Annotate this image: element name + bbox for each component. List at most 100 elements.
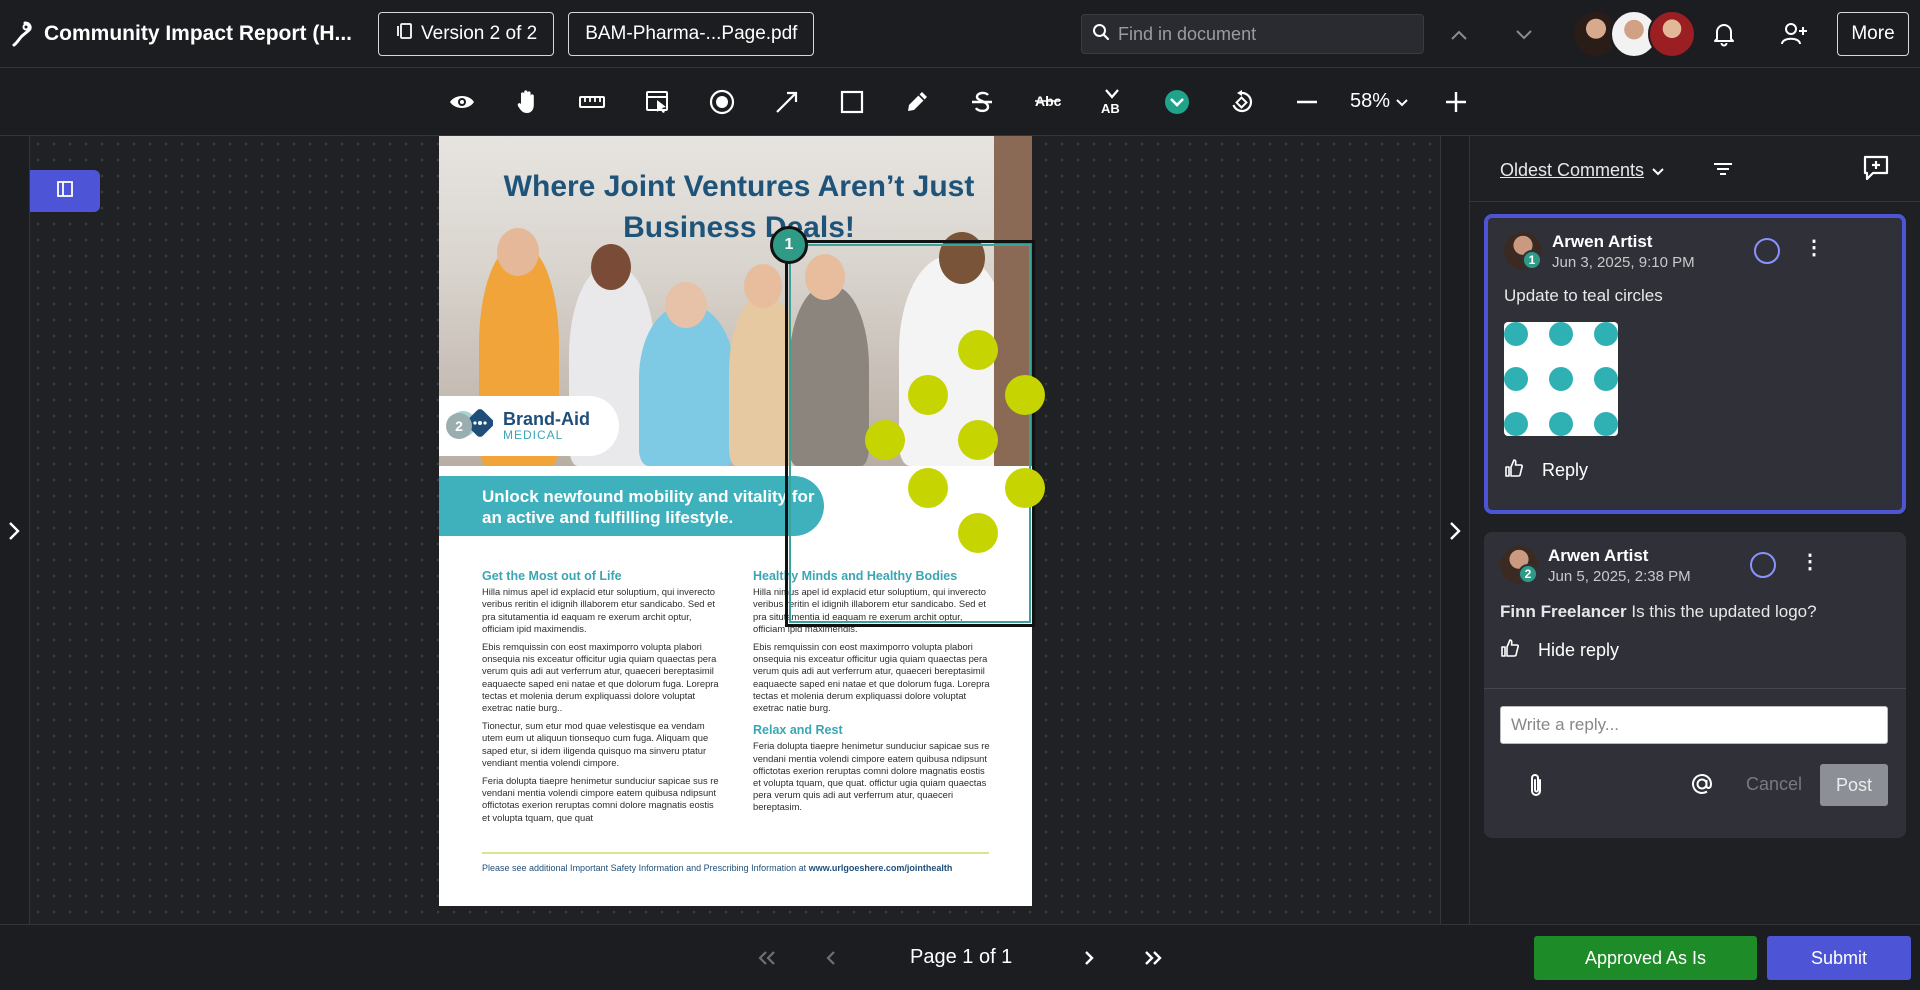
ruler-icon[interactable] bbox=[574, 84, 610, 120]
sort-dropdown[interactable]: Oldest Comments bbox=[1500, 160, 1664, 181]
thumbs-up-icon[interactable] bbox=[1500, 638, 1520, 663]
comment-attachment-image[interactable] bbox=[1504, 322, 1618, 436]
insert-text-icon[interactable]: AB bbox=[1094, 84, 1130, 120]
hide-reply-label: Hide reply bbox=[1538, 640, 1620, 660]
record-circle-icon[interactable] bbox=[704, 84, 740, 120]
page-headline: Where Joint Ventures Aren’t Just Busines… bbox=[503, 170, 975, 244]
versions-icon bbox=[395, 22, 413, 46]
eye-icon[interactable] bbox=[444, 84, 480, 120]
zoom-out-icon[interactable] bbox=[1289, 84, 1325, 120]
column-heading: Get the Most out of Life bbox=[482, 569, 622, 583]
comment-card-2[interactable]: 2 Arwen Artist Jun 5, 2025, 2:38 PM ⋮ Fi… bbox=[1484, 532, 1906, 838]
previous-page-chevron-left-icon[interactable] bbox=[816, 943, 846, 973]
notifications-bell-icon[interactable] bbox=[1706, 16, 1742, 52]
replace-text-icon[interactable]: Abc bbox=[1029, 84, 1065, 120]
filter-icon[interactable] bbox=[1713, 162, 1733, 181]
reply-button[interactable]: Reply bbox=[1504, 458, 1588, 483]
comment-body: Is this the updated logo? bbox=[1631, 602, 1817, 621]
zoom-in-icon[interactable] bbox=[1438, 84, 1474, 120]
left-rail bbox=[0, 136, 30, 924]
version-button[interactable]: Version 2 of 2 bbox=[378, 11, 555, 56]
photo-person bbox=[744, 264, 782, 308]
column-heading: Relax and Rest bbox=[753, 723, 843, 738]
reply-label: Reply bbox=[1542, 460, 1589, 480]
photo-person bbox=[639, 306, 735, 466]
footer-link[interactable]: www.urlgoeshere.com/jointhealth bbox=[809, 863, 953, 873]
footer-disclaimer: Please see additional Important Safety I… bbox=[482, 863, 952, 873]
lime-circle bbox=[1005, 468, 1045, 508]
teal-circle bbox=[1594, 412, 1618, 436]
attach-paperclip-icon[interactable] bbox=[1528, 772, 1544, 803]
more-options-kebab-icon[interactable]: ⋮ bbox=[1800, 552, 1820, 576]
body-paragraph: Ebis remquissin con eost maximporro volu… bbox=[482, 641, 719, 714]
comment-text: Update to teal circles bbox=[1504, 286, 1663, 305]
comments-panel: Oldest Comments 1 Arwen Artist Jun 3, 20… bbox=[1470, 136, 1920, 924]
lime-circle bbox=[958, 330, 998, 370]
collaborator-avatars[interactable] bbox=[1572, 10, 1696, 58]
resolve-circle-button[interactable] bbox=[1754, 238, 1780, 264]
app-logo-icon[interactable] bbox=[0, 0, 44, 68]
zoom-level: 58% bbox=[1350, 90, 1391, 112]
svg-text:AB: AB bbox=[1101, 101, 1120, 116]
first-page-chevrons-left-icon[interactable] bbox=[752, 943, 782, 973]
chevron-down-icon bbox=[1652, 160, 1664, 181]
teal-circle bbox=[1594, 367, 1618, 391]
mention-at-icon[interactable] bbox=[1690, 772, 1714, 801]
body-paragraph: Hilla nimus apel id explacid etur solupt… bbox=[482, 586, 715, 634]
sidebar-panel-icon bbox=[57, 180, 73, 202]
lime-circle bbox=[1005, 375, 1045, 415]
reply-input[interactable] bbox=[1500, 706, 1888, 744]
more-button[interactable]: More bbox=[1837, 12, 1909, 56]
last-page-chevrons-right-icon[interactable] bbox=[1138, 943, 1168, 973]
lime-circle bbox=[865, 420, 905, 460]
add-user-icon[interactable] bbox=[1776, 16, 1812, 52]
brand-subtitle: MEDICAL bbox=[503, 428, 564, 442]
photo-person bbox=[591, 244, 631, 290]
next-page-chevron-right-icon[interactable] bbox=[1074, 943, 1104, 973]
hand-icon[interactable] bbox=[509, 84, 545, 120]
annotation-toolbar: Abc AB 58% bbox=[0, 68, 1920, 136]
file-button[interactable]: BAM-Pharma-...Page.pdf bbox=[568, 11, 815, 56]
annotation-pin-2[interactable]: 2 bbox=[446, 413, 472, 439]
more-options-kebab-icon[interactable]: ⋮ bbox=[1804, 238, 1824, 262]
rectangle-icon[interactable] bbox=[834, 84, 870, 120]
teal-circle bbox=[1594, 322, 1618, 346]
cancel-button[interactable]: Cancel bbox=[1746, 774, 1802, 795]
select-area-icon[interactable] bbox=[639, 84, 675, 120]
pencil-icon[interactable] bbox=[899, 84, 935, 120]
tagline-band: Unlock newfound mobility and vitality fo… bbox=[439, 476, 824, 536]
find-in-document[interactable] bbox=[1081, 14, 1424, 54]
expand-left-chevron-right-icon[interactable] bbox=[6, 520, 22, 547]
body-paragraph: Feria dolupta tiaepre henimetur sunduciu… bbox=[482, 775, 719, 823]
chevron-down-icon bbox=[1396, 90, 1408, 113]
thumbs-up-icon[interactable] bbox=[1504, 458, 1524, 483]
comment-text: Finn Freelancer Is this the updated logo… bbox=[1500, 602, 1817, 622]
submit-button[interactable]: Submit bbox=[1767, 936, 1911, 980]
search-input[interactable] bbox=[1118, 23, 1408, 45]
thumbnail-sidebar-toggle[interactable] bbox=[30, 170, 100, 212]
mention-tag[interactable]: Finn Freelancer bbox=[1500, 602, 1627, 621]
arrow-icon[interactable] bbox=[769, 84, 805, 120]
pagination-bar: Page 1 of 1 Approved As Is Submit bbox=[0, 924, 1920, 990]
approved-as-is-button[interactable]: Approved As Is bbox=[1534, 936, 1757, 980]
hide-reply-button[interactable]: Hide reply bbox=[1500, 638, 1619, 663]
annotation-pin-1[interactable]: 1 bbox=[770, 226, 808, 264]
resolve-circle-button[interactable] bbox=[1750, 552, 1776, 578]
add-comment-icon[interactable] bbox=[1862, 154, 1890, 187]
brand-name: Brand-Aid bbox=[503, 409, 590, 429]
approve-check-icon[interactable] bbox=[1159, 84, 1195, 120]
teal-circle bbox=[1504, 412, 1528, 436]
avatar[interactable] bbox=[1648, 10, 1696, 58]
strikethrough-icon[interactable] bbox=[964, 84, 1000, 120]
collapse-panel-chevron-right-icon[interactable] bbox=[1447, 520, 1463, 547]
rotate-icon[interactable] bbox=[1224, 84, 1260, 120]
previous-match-chevron-up-icon[interactable] bbox=[1444, 20, 1474, 50]
annotation-rectangle-1[interactable] bbox=[785, 240, 1045, 627]
next-match-chevron-down-icon[interactable] bbox=[1509, 20, 1539, 50]
comment-author: Arwen Artist bbox=[1548, 546, 1649, 565]
sort-label: Oldest Comments bbox=[1500, 160, 1645, 180]
comment-number-badge: 1 bbox=[1522, 250, 1542, 270]
comment-card-1[interactable]: 1 Arwen Artist Jun 3, 2025, 9:10 PM ⋮ Up… bbox=[1484, 214, 1906, 514]
post-button[interactable]: Post bbox=[1820, 764, 1888, 806]
zoom-dropdown[interactable]: 58% bbox=[1350, 90, 1408, 113]
